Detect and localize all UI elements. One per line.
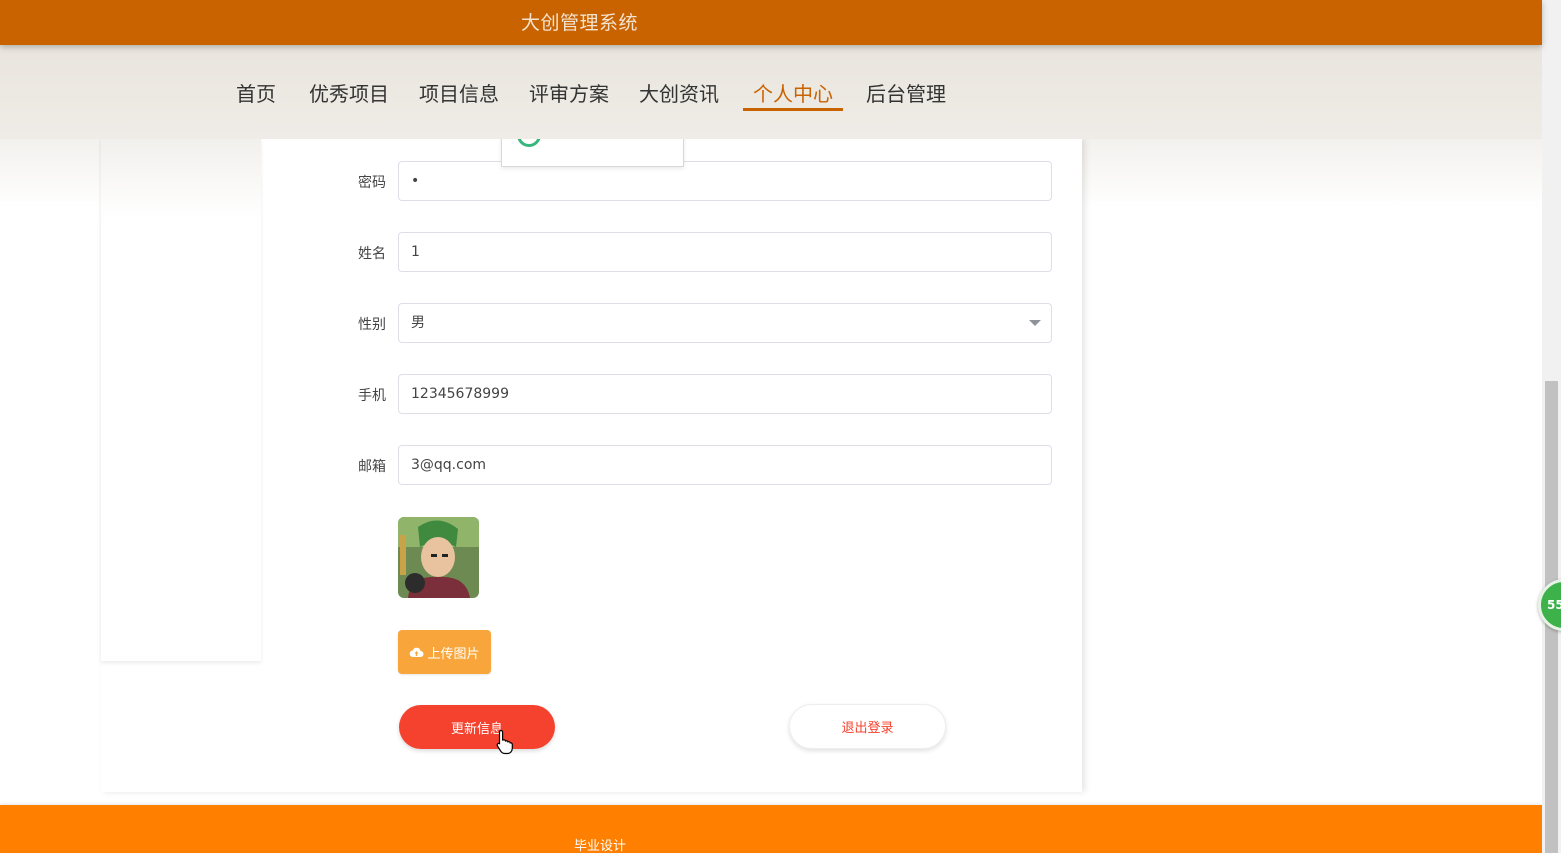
nav-item-personal-center[interactable]: 个人中心 — [753, 78, 833, 107]
floating-badge-text: 55 — [1547, 598, 1561, 612]
nav-item-project-info[interactable]: 项目信息 — [419, 78, 499, 107]
avatar — [398, 517, 479, 598]
email-input[interactable]: 3@qq.com — [398, 445, 1052, 485]
name-label: 姓名 — [358, 246, 386, 262]
site-title: 大创管理系统 — [521, 12, 639, 34]
password-label: 密码 — [358, 175, 386, 191]
nav-item-admin[interactable]: 后台管理 — [866, 78, 946, 107]
main-nav: 首页 优秀项目 项目信息 评审方案 大创资讯 个人中心 后台管理 — [0, 45, 1542, 139]
cloud-upload-icon — [410, 647, 424, 658]
nav-item-news[interactable]: 大创资讯 — [639, 78, 719, 107]
top-header: 大创管理系统 — [0, 0, 1542, 45]
gender-label: 性别 — [358, 317, 386, 333]
hand-pointer-icon — [496, 729, 513, 755]
footer: 毕业设计 — [0, 805, 1542, 854]
page-scrollbar[interactable] — [1542, 0, 1561, 853]
upload-button-label: 上传图片 — [427, 646, 480, 662]
password-input[interactable]: • — [398, 161, 1052, 201]
gender-select[interactable]: 男 — [398, 303, 1052, 343]
gender-select-value: 男 — [411, 315, 425, 331]
logout-button-label: 退出登录 — [841, 721, 894, 736]
nav-item-review-plan[interactable]: 评审方案 — [529, 78, 609, 107]
nav-active-underline — [743, 108, 843, 111]
nav-item-excellent-projects[interactable]: 优秀项目 — [309, 78, 389, 107]
phone-label: 手机 — [358, 388, 386, 404]
nav-item-home[interactable]: 首页 — [236, 78, 276, 107]
email-label: 邮箱 — [358, 459, 386, 475]
chevron-down-icon — [1029, 320, 1041, 326]
card-side-panel — [101, 139, 261, 661]
logout-button[interactable]: 退出登录 — [789, 704, 946, 749]
name-input[interactable]: 1 — [398, 232, 1052, 272]
update-info-button[interactable]: 更新信息 — [399, 705, 555, 749]
upload-image-button[interactable]: 上传图片 — [398, 630, 491, 674]
footer-text: 毕业设计 — [574, 839, 627, 854]
avatar-image — [398, 517, 479, 598]
phone-input[interactable]: 12345678999 — [398, 374, 1052, 414]
